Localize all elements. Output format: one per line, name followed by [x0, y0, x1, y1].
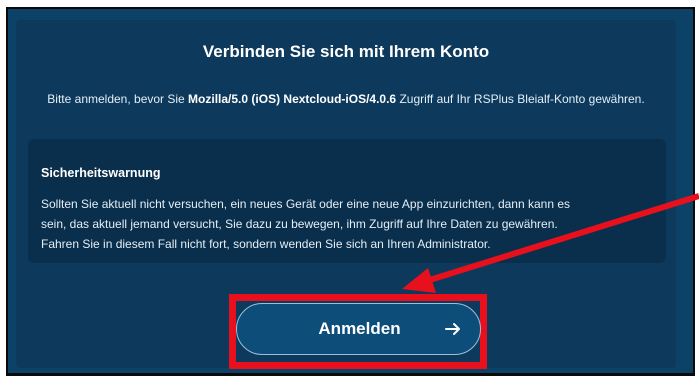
intro-text: Bitte anmelden, bevor Sie Mozilla/5.0 (i…	[26, 89, 666, 109]
security-warning-line: sein, das aktuell jemand versucht, Sie d…	[41, 217, 558, 231]
login-button[interactable]: Anmelden	[236, 303, 481, 355]
page-title: Verbinden Sie sich mit Ihrem Konto	[202, 42, 490, 61]
security-warning-title: Sicherheitswarnung	[41, 166, 161, 180]
security-warning-box: Sicherheitswarnung Sollten Sie aktuell n…	[28, 139, 666, 263]
arrow-right-icon	[445, 323, 460, 335]
security-warning-text: Sollten Sie aktuell nicht versuchen, ein…	[41, 194, 661, 254]
intro-after: Zugriff auf Ihr RSPlus Bleialf-Konto gew…	[396, 92, 645, 106]
client-name: Mozilla/5.0 (iOS) Nextcloud-iOS/4.0.6	[188, 92, 397, 106]
security-warning-line: Sollten Sie aktuell nicht versuchen, ein…	[41, 197, 571, 211]
security-warning-line: Fahren Sie in diesem Fall nicht fort, so…	[41, 237, 491, 251]
intro-before: Bitte anmelden, bevor Sie	[47, 92, 189, 106]
